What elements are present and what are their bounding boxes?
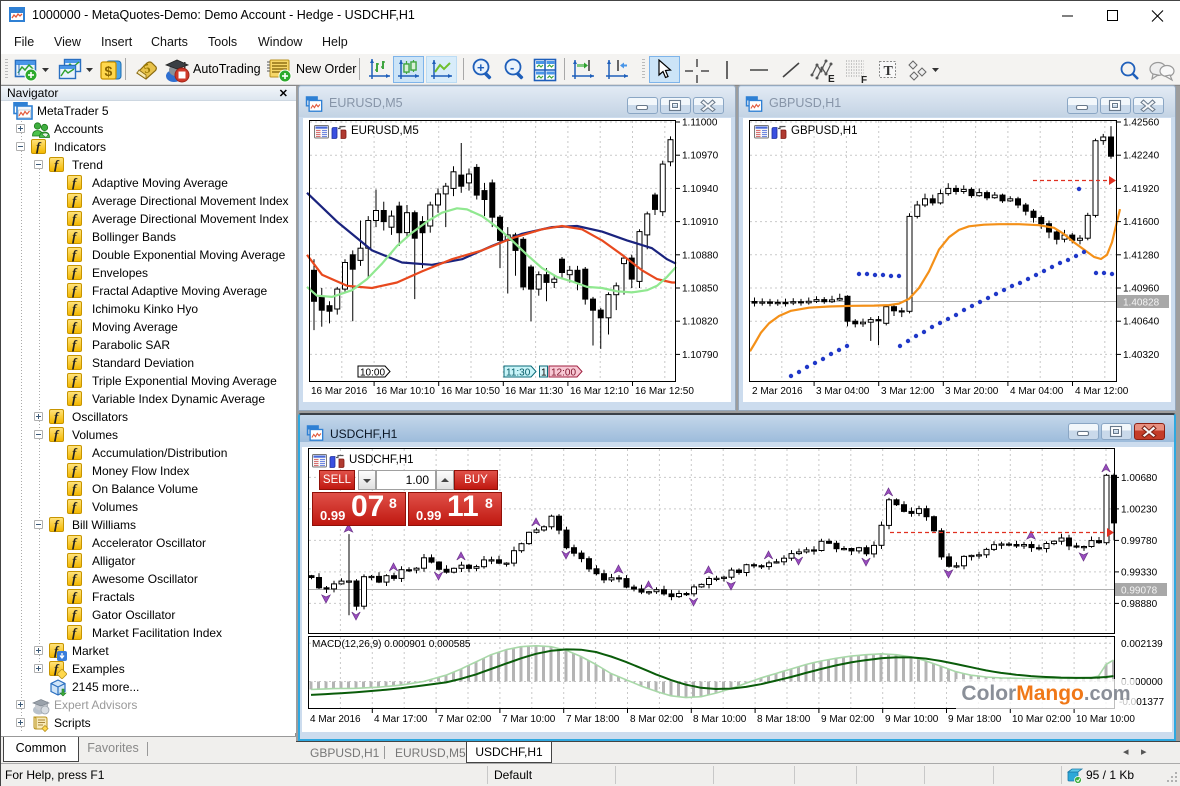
- svg-text:16 Mar 12:50: 16 Mar 12:50: [635, 386, 694, 397]
- svg-text:8 Mar 10:00: 8 Mar 10:00: [693, 714, 747, 725]
- svg-text:3 Mar 20:00: 3 Mar 20:00: [945, 386, 999, 397]
- svg-text:3 Mar 04:00: 3 Mar 04:00: [816, 386, 870, 397]
- svg-text:10:00: 10:00: [360, 368, 385, 379]
- svg-text:1.10850: 1.10850: [682, 284, 719, 295]
- svg-text:0.99078: 0.99078: [1121, 586, 1158, 597]
- svg-text:$: $: [105, 63, 113, 79]
- svg-text:4 Mar 17:00: 4 Mar 17:00: [374, 714, 428, 725]
- svg-text:1.40320: 1.40320: [1123, 350, 1160, 361]
- svg-text:11:30: 11:30: [506, 368, 531, 379]
- svg-text:1.42240: 1.42240: [1123, 151, 1160, 162]
- svg-text:1.40640: 1.40640: [1123, 317, 1160, 328]
- svg-text:1.42560: 1.42560: [1123, 118, 1160, 129]
- svg-text:16 Mar 2016: 16 Mar 2016: [311, 386, 368, 397]
- svg-text:1.40960: 1.40960: [1123, 284, 1160, 295]
- svg-text:16 Mar 10:10: 16 Mar 10:10: [376, 386, 435, 397]
- svg-text:1.00680: 1.00680: [1121, 473, 1158, 484]
- svg-text:2 Mar 2016: 2 Mar 2016: [752, 386, 803, 397]
- svg-text:3 Mar 12:00: 3 Mar 12:00: [881, 386, 935, 397]
- svg-text:1.11000: 1.11000: [682, 118, 718, 129]
- svg-text:16 Mar 11:30: 16 Mar 11:30: [505, 386, 564, 397]
- svg-text:0.99780: 0.99780: [1121, 536, 1158, 547]
- svg-text:1.00230: 1.00230: [1121, 504, 1158, 515]
- svg-text:9 Mar 18:00: 9 Mar 18:00: [948, 714, 1002, 725]
- svg-text:1.40828: 1.40828: [1123, 298, 1160, 309]
- svg-text:10 Mar 02:00: 10 Mar 02:00: [1012, 714, 1071, 725]
- svg-text:1: 1: [541, 368, 547, 379]
- svg-text:+: +: [477, 60, 485, 75]
- svg-text:1.41280: 1.41280: [1123, 250, 1160, 261]
- svg-text:0.98880: 0.98880: [1121, 599, 1158, 610]
- svg-text:7 Mar 18:00: 7 Mar 18:00: [566, 714, 620, 725]
- svg-text:T: T: [884, 64, 894, 79]
- svg-text:16 Mar 12:10: 16 Mar 12:10: [570, 386, 629, 397]
- svg-text:7 Mar 02:00: 7 Mar 02:00: [438, 714, 492, 725]
- svg-text:8 Mar 02:00: 8 Mar 02:00: [630, 714, 684, 725]
- svg-text:MACD(12,26,9) 0.000901 0.00058: MACD(12,26,9) 0.000901 0.000585: [312, 639, 471, 650]
- svg-text:E: E: [828, 74, 835, 84]
- svg-text:-: -: [510, 60, 514, 75]
- svg-text:0.99330: 0.99330: [1121, 567, 1158, 578]
- svg-text:0.002139: 0.002139: [1121, 639, 1163, 650]
- svg-text:1.10820: 1.10820: [682, 317, 719, 328]
- svg-text:F: F: [861, 75, 867, 84]
- svg-text:1.10910: 1.10910: [682, 217, 719, 228]
- svg-text:8 Mar 18:00: 8 Mar 18:00: [757, 714, 811, 725]
- svg-text:9 Mar 10:00: 9 Mar 10:00: [885, 714, 939, 725]
- svg-text:12:00: 12:00: [551, 368, 576, 379]
- svg-text:1.10880: 1.10880: [682, 250, 719, 261]
- svg-text:1.10970: 1.10970: [682, 151, 719, 162]
- svg-text:7 Mar 10:00: 7 Mar 10:00: [502, 714, 556, 725]
- svg-text:1.41600: 1.41600: [1123, 217, 1160, 228]
- svg-text:10 Mar 10:00: 10 Mar 10:00: [1076, 714, 1135, 725]
- svg-text:16 Mar 10:50: 16 Mar 10:50: [441, 386, 500, 397]
- svg-text:1.41920: 1.41920: [1123, 184, 1160, 195]
- svg-text:4 Mar 04:00: 4 Mar 04:00: [1010, 386, 1064, 397]
- svg-text:1.10790: 1.10790: [682, 350, 719, 361]
- svg-text:4 Mar 12:00: 4 Mar 12:00: [1075, 386, 1129, 397]
- svg-text:9 Mar 02:00: 9 Mar 02:00: [821, 714, 875, 725]
- svg-text:4 Mar 2016: 4 Mar 2016: [310, 714, 361, 725]
- svg-text:1.10940: 1.10940: [682, 184, 719, 195]
